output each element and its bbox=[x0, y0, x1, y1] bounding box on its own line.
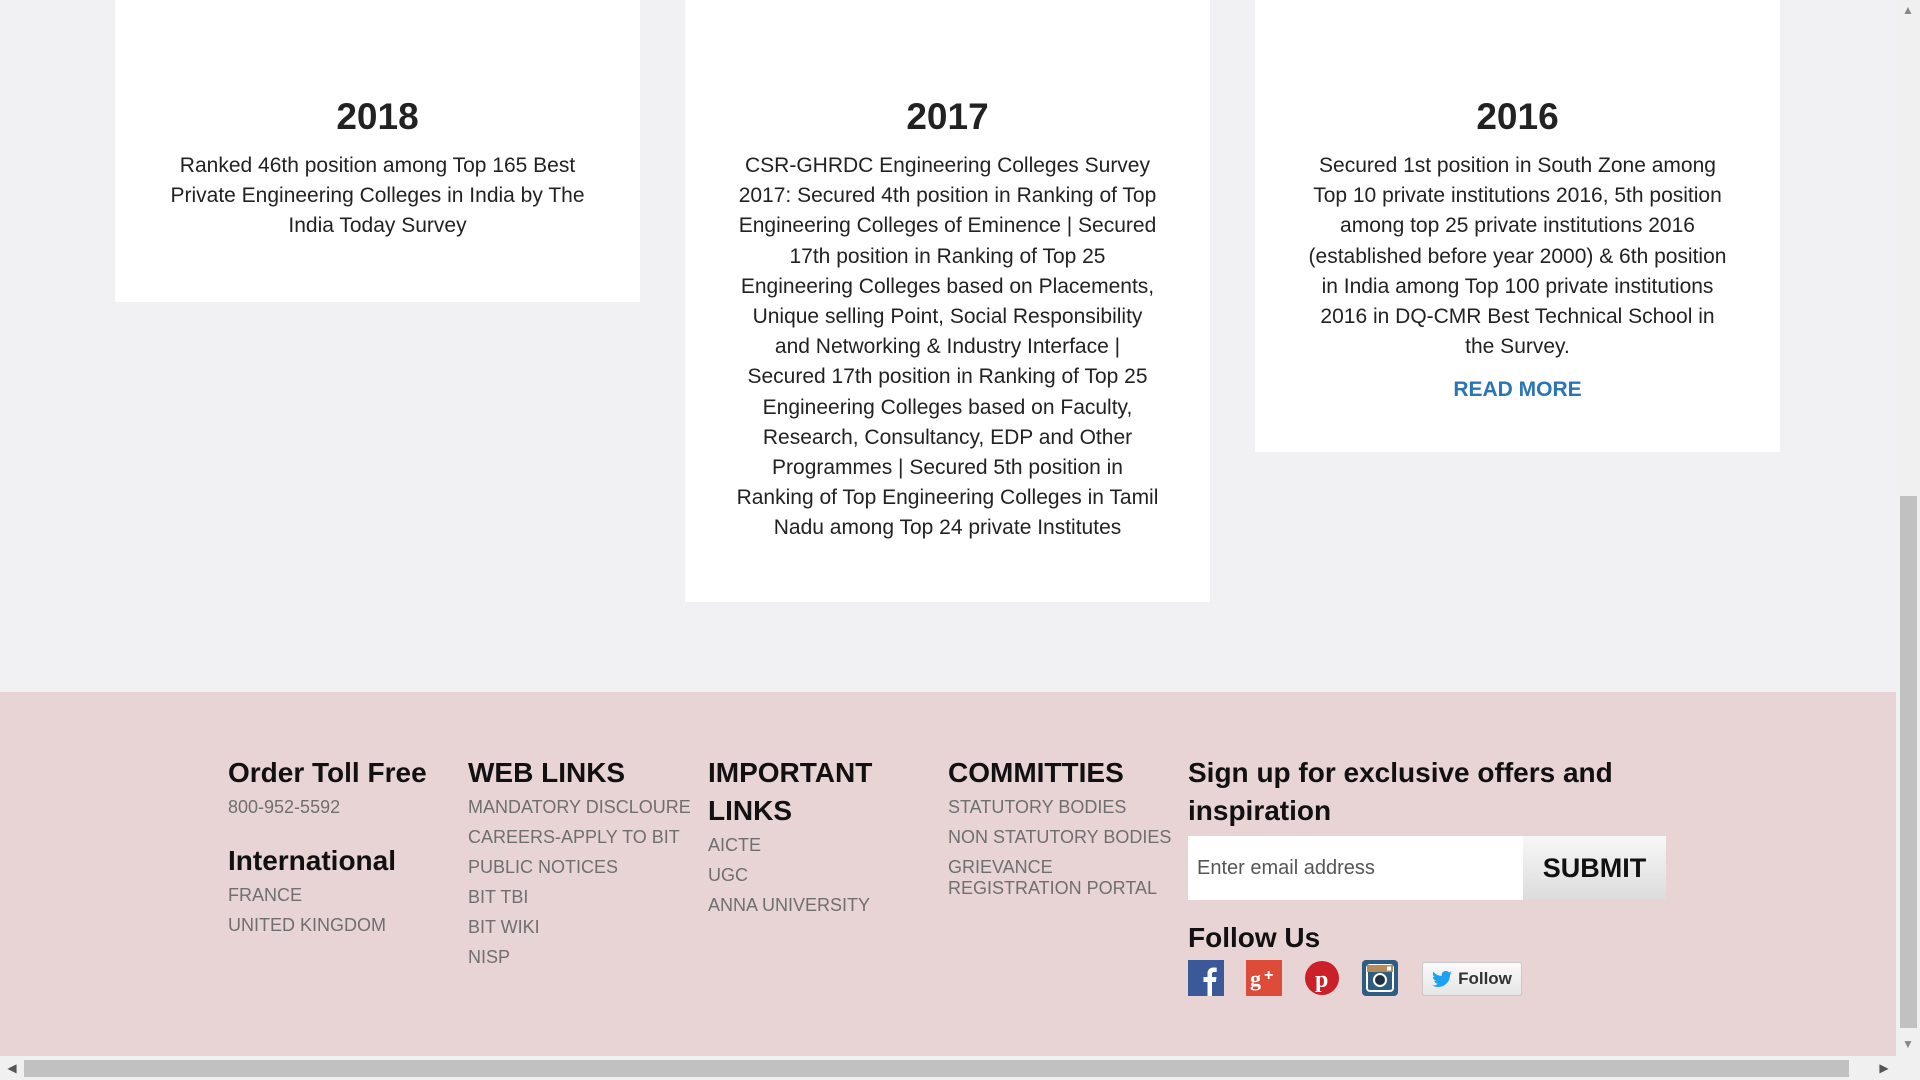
svg-text:+: + bbox=[1264, 967, 1273, 984]
twitter-follow-label: Follow bbox=[1458, 969, 1512, 988]
web-links-heading: WEB LINKS bbox=[468, 757, 626, 788]
country-link-france[interactable]: FRANCE bbox=[228, 880, 458, 910]
footer-important-links-column: IMPORTANT LINKS AICTE UGC ANNA UNIVERSIT… bbox=[708, 754, 908, 920]
follow-us-heading: Follow Us bbox=[1188, 922, 1321, 953]
web-link-public-notices[interactable]: PUBLIC NOTICES bbox=[468, 852, 700, 882]
web-link-careers[interactable]: CAREERS-APPLY TO BIT bbox=[468, 822, 700, 852]
scroll-down-arrow-icon[interactable]: ▼ bbox=[1896, 1034, 1920, 1054]
pinterest-icon[interactable]: p bbox=[1304, 960, 1340, 996]
web-link-bit-wiki[interactable]: BIT WIKI bbox=[468, 912, 700, 942]
web-link-nisp[interactable]: NISP bbox=[468, 942, 700, 972]
twitter-icon bbox=[1432, 971, 1453, 987]
email-input[interactable] bbox=[1188, 836, 1523, 900]
committee-link-grievance-portal[interactable]: GRIEVANCE REGISTRATION PORTAL bbox=[948, 857, 1188, 899]
google-plus-icon[interactable]: g + bbox=[1246, 960, 1282, 996]
award-card-2017: 2017 CSR-GHRDC Engineering Colleges Surv… bbox=[685, 0, 1210, 602]
award-description: CSR-GHRDC Engineering Colleges Survey 20… bbox=[736, 154, 1159, 540]
scroll-left-arrow-icon[interactable]: ◀ bbox=[2, 1056, 22, 1080]
vertical-scrollbar[interactable]: ▲ ▼ bbox=[1896, 0, 1920, 1056]
web-link-mandatory-disclosure[interactable]: MANDATORY DISCLOURE bbox=[468, 792, 700, 822]
horizontal-scroll-thumb[interactable] bbox=[24, 1060, 1849, 1077]
important-links-heading: IMPORTANT LINKS bbox=[708, 757, 873, 826]
award-year: 2018 bbox=[336, 96, 419, 137]
facebook-icon[interactable] bbox=[1188, 960, 1224, 996]
vertical-scroll-thumb[interactable] bbox=[1900, 496, 1917, 1028]
important-link-anna-university[interactable]: ANNA UNIVERSITY bbox=[708, 890, 908, 920]
country-link-united-kingdom[interactable]: UNITED KINGDOM bbox=[228, 910, 458, 940]
read-more-link[interactable]: READ MORE bbox=[1255, 378, 1780, 402]
committee-link-non-statutory[interactable]: NON STATUTORY BODIES bbox=[948, 822, 1188, 852]
twitter-follow-button[interactable]: Follow bbox=[1422, 962, 1522, 996]
award-year: 2017 bbox=[906, 96, 989, 137]
footer-order-column: Order Toll Free 800-952-5592 Internation… bbox=[228, 754, 458, 940]
award-description: Secured 1st position in South Zone among… bbox=[1308, 154, 1727, 359]
award-year: 2016 bbox=[1476, 96, 1559, 137]
order-toll-free-heading: Order Toll Free bbox=[228, 757, 427, 788]
international-heading: International bbox=[228, 845, 397, 876]
important-link-ugc[interactable]: UGC bbox=[708, 860, 908, 890]
signup-heading: Sign up for exclusive offers and inspira… bbox=[1188, 757, 1613, 826]
svg-text:g: g bbox=[1250, 966, 1261, 991]
committee-link-statutory[interactable]: STATUTORY BODIES bbox=[948, 792, 1188, 822]
social-links: g + p Follow bbox=[1188, 960, 1688, 1000]
submit-button[interactable]: SUBMIT bbox=[1523, 836, 1666, 900]
newsletter-form: SUBMIT bbox=[1188, 836, 1666, 900]
important-link-aicte[interactable]: AICTE bbox=[708, 830, 908, 860]
footer-web-links-column: WEB LINKS MANDATORY DISCLOURE CAREERS-AP… bbox=[468, 754, 700, 972]
site-footer: Order Toll Free 800-952-5592 Internation… bbox=[0, 692, 1896, 1056]
footer-committees-column: COMMITTIES STATUTORY BODIES NON STATUTOR… bbox=[948, 754, 1188, 899]
horizontal-scrollbar[interactable]: ◀ ▶ bbox=[0, 1056, 1920, 1080]
award-card-2016: 2016 Secured 1st position in South Zone … bbox=[1255, 0, 1780, 452]
scroll-up-arrow-icon[interactable]: ▲ bbox=[1896, 0, 1920, 20]
footer-signup-column: Sign up for exclusive offers and inspira… bbox=[1188, 754, 1688, 1000]
scroll-right-arrow-icon[interactable]: ▶ bbox=[1874, 1056, 1894, 1080]
web-link-bit-tbi[interactable]: BIT TBI bbox=[468, 882, 700, 912]
award-card-2018: 2018 Ranked 46th position among Top 165 … bbox=[115, 0, 640, 302]
committees-heading: COMMITTIES bbox=[948, 757, 1124, 788]
instagram-icon[interactable] bbox=[1362, 960, 1398, 996]
toll-free-phone: 800-952-5592 bbox=[228, 797, 341, 817]
scrollbar-corner bbox=[1896, 1056, 1920, 1080]
award-description: Ranked 46th position among Top 165 Best … bbox=[170, 154, 585, 238]
svg-text:p: p bbox=[1315, 967, 1328, 993]
